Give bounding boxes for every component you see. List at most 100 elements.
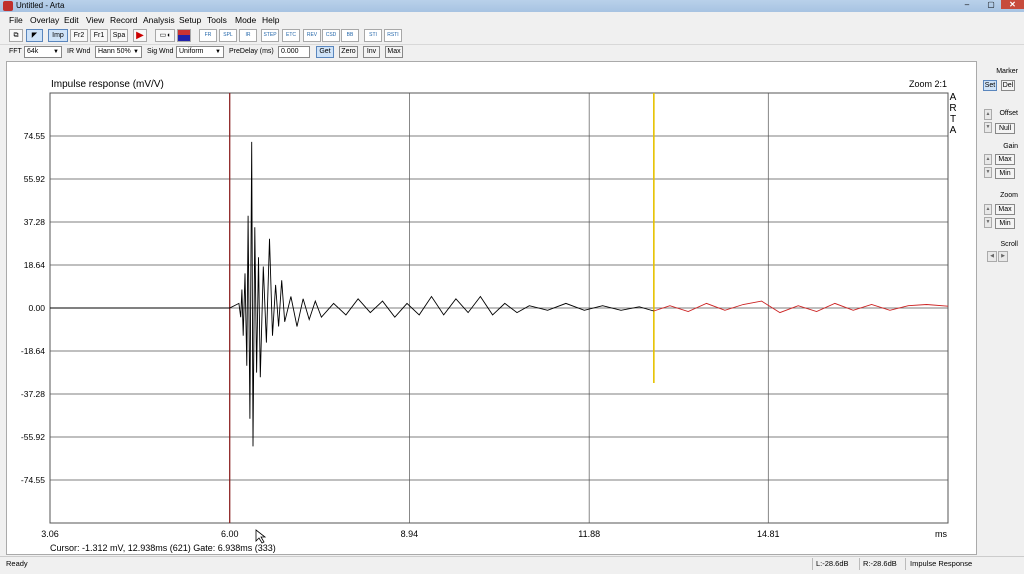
bb-icon[interactable]: BB [341,29,359,42]
scroll-label: Scroll [1000,241,1018,248]
y-tick-label: -55.92 [21,432,45,442]
play-icon[interactable]: ▶ [133,29,147,42]
rev-icon[interactable]: REV [303,29,321,42]
get-button[interactable]: Get [316,46,334,58]
csd-icon[interactable]: CSD [322,29,340,42]
sig-wnd-select[interactable]: Uniform ▼ [176,46,224,58]
menu-edit[interactable]: Edit [64,13,79,27]
zoom-label: Zoom 2:1 [909,79,947,89]
zoom-up-icon[interactable]: ▲ [984,204,992,215]
gain-up-icon[interactable]: ▲ [984,154,992,165]
y-tick-label: -18.64 [21,346,45,356]
status-divider [905,558,906,570]
marker-del-button[interactable]: Del [1001,80,1015,91]
gain-max-button[interactable]: Max [995,154,1015,165]
copy-icon[interactable]: ⧉ [9,29,23,42]
generator-icon[interactable]: ▭◖ [155,29,175,42]
y-tick-label: 37.28 [24,217,46,227]
minimize-button[interactable]: – [957,0,977,9]
zoom-down-icon[interactable]: ▼ [984,217,992,228]
sig-wnd-label: Sig Wnd [147,48,174,55]
step-icon[interactable]: STEP [261,29,279,42]
fft-value: 64k [27,48,39,55]
sti-icon[interactable]: STI [364,29,382,42]
status-right-level: R:-28.6dB [863,559,897,568]
dist-icon[interactable]: IR [239,29,257,42]
y-tick-label: -74.55 [21,475,45,485]
x-tick-label: 14.81 [757,529,780,539]
offset-down-icon[interactable]: ▼ [984,122,992,133]
menu-tools[interactable]: Tools [207,13,227,27]
spl-icon[interactable]: SPL [219,29,237,42]
x-tick-label: 3.06 [41,529,59,539]
sig-wnd-value: Uniform [179,48,204,55]
y-tick-label: 74.55 [24,131,46,141]
mode-imp-button[interactable]: Imp [48,29,68,42]
arta-letter: A [950,125,957,136]
fr-icon[interactable]: FR [199,29,217,42]
close-button[interactable]: ✕ [1001,0,1024,9]
status-bar: Ready L:-28.6dB R:-28.6dB Impulse Respon… [0,556,1024,574]
status-divider [812,558,813,570]
impulse-response-chart[interactable]: 74.55 55.92 37.28 18.64 0.00 -18.64 -37.28 -55.… [7,62,976,554]
menu-bar: File Overlay Edit View Record Analysis S… [0,13,1024,27]
gain-min-button[interactable]: Min [995,168,1015,179]
status-mode: Impulse Response [910,559,973,568]
x-tick-label: 8.94 [401,529,419,539]
mode-fr1-button[interactable]: Fr1 [90,29,108,42]
chevron-down-icon: ▼ [133,49,139,55]
zero-button[interactable]: Zero [339,46,358,58]
ir-wnd-value: Hann 50% [98,48,131,55]
arrow-icon[interactable]: ◤ [26,29,43,42]
window-title: Untitled - Arta [16,1,65,10]
chevron-down-icon: ▼ [215,49,221,55]
arta-letter: A [950,92,957,103]
mode-spa-button[interactable]: Spa [110,29,128,42]
scroll-left-icon[interactable]: ◀ [987,251,997,262]
y-tick-label: 55.92 [24,174,46,184]
x-axis-unit: ms [935,529,947,539]
maximize-button[interactable]: ▢ [981,0,1001,9]
scroll-right-icon[interactable]: ▶ [998,251,1008,262]
menu-help[interactable]: Help [262,13,279,27]
predelay-label: PreDelay (ms) [229,48,274,55]
title-bar: Untitled - Arta – ▢ ✕ [0,0,1024,12]
predelay-input[interactable]: 0.000 [278,46,310,58]
gain-down-icon[interactable]: ▼ [984,167,992,178]
menu-file[interactable]: File [9,13,23,27]
gain-label: Gain [1003,143,1018,150]
marker-label: Marker [996,68,1018,75]
zoom-max-button[interactable]: Max [995,204,1015,215]
ir-wnd-select[interactable]: Hann 50% ▼ [95,46,142,58]
arta-letter: R [949,103,956,114]
fft-label: FFT [9,48,22,55]
marker-set-button[interactable]: Set [983,80,997,91]
y-tick-label: 18.64 [24,260,46,270]
menu-mode[interactable]: Mode [235,13,256,27]
menu-setup[interactable]: Setup [179,13,201,27]
fft-select[interactable]: 64k ▼ [24,46,62,58]
offset-null-button[interactable]: Null [995,123,1015,134]
mode-fr2-button[interactable]: Fr2 [70,29,88,42]
menu-view[interactable]: View [86,13,104,27]
color-icon[interactable] [177,29,191,42]
status-divider [859,558,860,570]
chevron-down-icon: ▼ [53,49,59,55]
plot-panel[interactable]: 74.55 55.92 37.28 18.64 0.00 -18.64 -37.28 -55.… [6,61,977,555]
etc-icon[interactable]: ETC [282,29,300,42]
zoom-min-button[interactable]: Min [995,218,1015,229]
max-button[interactable]: Max [385,46,403,58]
y-tick-label: 0.00 [28,303,45,313]
x-tick-label: 11.88 [578,529,600,539]
arta-letter: T [950,114,956,125]
inv-button[interactable]: Inv [363,46,380,58]
menu-analysis[interactable]: Analysis [143,13,175,27]
control-panel: Marker Set Del Offset ▲ ▼ Null Gain ▲ ▼ … [978,61,1024,555]
chart-title: Impulse response (mV/V) [51,79,164,90]
status-left-level: L:-28.6dB [816,559,849,568]
offset-up-icon[interactable]: ▲ [984,109,992,120]
rasti-icon[interactable]: RSTI [384,29,402,42]
zoom-panel-label: Zoom [1000,192,1018,199]
menu-record[interactable]: Record [110,13,137,27]
menu-overlay[interactable]: Overlay [30,13,59,27]
